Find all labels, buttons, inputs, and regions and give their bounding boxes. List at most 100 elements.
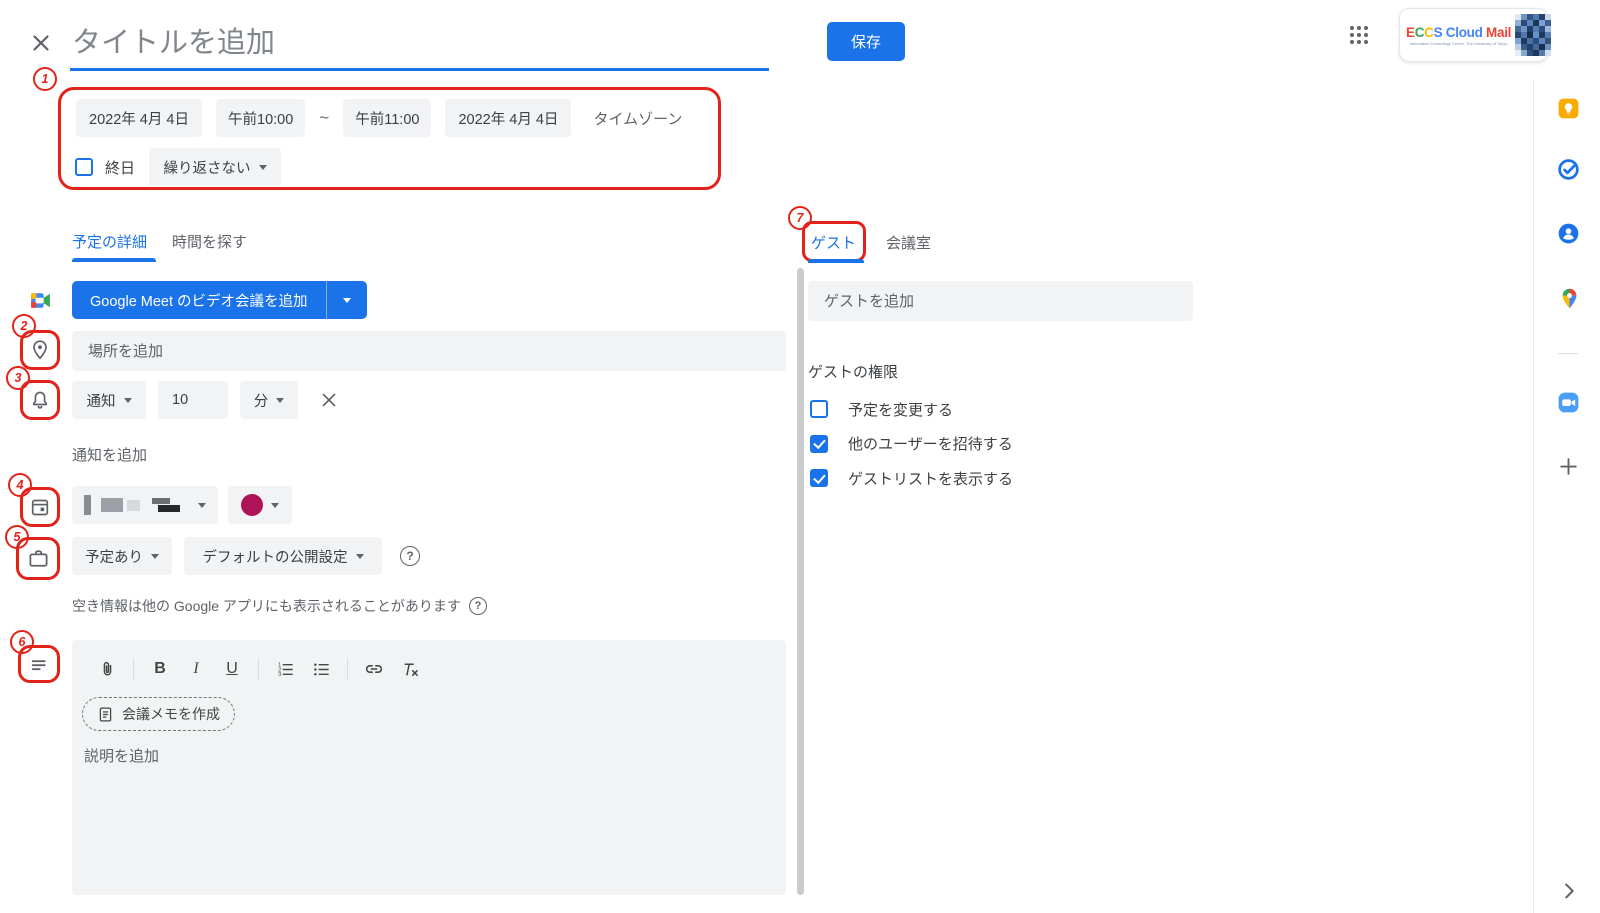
save-button[interactable]: 保存 xyxy=(827,22,905,61)
calendar-select-dropdown[interactable] xyxy=(72,486,218,524)
permission-label: ゲストリストを表示する xyxy=(848,468,1013,489)
logo-subtitle: Information Technology Center, The Unive… xyxy=(1406,41,1511,46)
add-meet-button[interactable]: Google Meet のビデオ会議を追加 xyxy=(72,281,367,319)
add-notification-link[interactable]: 通知を追加 xyxy=(72,444,147,465)
event-color-dropdown[interactable] xyxy=(228,486,292,524)
add-guests-input[interactable] xyxy=(808,281,1193,321)
visibility-row: 予定あり デフォルトの公開設定 ? xyxy=(72,537,420,575)
time-separator: ~ xyxy=(319,108,329,128)
permission-row: 予定を変更する xyxy=(810,392,1013,427)
bold-button[interactable]: B xyxy=(145,654,175,684)
title-input[interactable] xyxy=(70,18,769,71)
scrollbar[interactable] xyxy=(797,268,804,895)
insert-link-icon[interactable] xyxy=(359,654,389,684)
annotation-2: 2 xyxy=(12,314,36,338)
chevron-down-icon xyxy=(343,298,351,303)
apps-grid-icon[interactable] xyxy=(1347,23,1371,47)
recurrence-dropdown[interactable]: 繰り返さない xyxy=(149,148,281,186)
logo-title: ECCS Cloud Mail xyxy=(1406,25,1511,40)
help-icon[interactable]: ? xyxy=(400,546,420,566)
hide-side-panel-icon[interactable] xyxy=(1558,880,1580,902)
end-time-button[interactable]: 午前11:00 xyxy=(343,99,431,137)
description-icon xyxy=(27,653,51,677)
format-toolbar: B I U 123 xyxy=(92,652,425,686)
annotation-3: 3 xyxy=(6,366,30,390)
availability-note: 空き情報は他の Google アプリにも表示されることがあります ? xyxy=(72,596,487,616)
allday-row: 終日 繰り返さない xyxy=(75,148,281,186)
add-addon-icon[interactable] xyxy=(1555,453,1581,479)
account-logo-card[interactable]: ECCS Cloud Mail Information Technology C… xyxy=(1399,8,1548,62)
end-date-button[interactable]: 2022年 4月 4日 xyxy=(445,99,571,137)
permission-label: 予定を変更する xyxy=(848,399,953,420)
all-day-label: 終日 xyxy=(105,157,135,178)
underline-button[interactable]: U xyxy=(217,654,247,684)
location-field xyxy=(72,331,786,371)
notification-value-input[interactable] xyxy=(158,381,228,419)
permission-row: 他のユーザーを招待する xyxy=(810,427,1013,462)
annotation-7: 7 xyxy=(788,206,812,230)
tasks-icon[interactable] xyxy=(1555,156,1581,182)
create-meeting-notes-button[interactable]: 会議メモを作成 xyxy=(82,697,235,731)
contacts-icon[interactable] xyxy=(1555,220,1581,246)
svg-text:3: 3 xyxy=(278,672,281,678)
visibility-dropdown[interactable]: デフォルトの公開設定 xyxy=(184,537,382,575)
remove-notification-icon[interactable] xyxy=(318,389,340,411)
close-icon[interactable] xyxy=(28,30,54,56)
redacted-calendar-name xyxy=(84,495,91,515)
help-icon[interactable]: ? xyxy=(469,597,487,615)
notification-row: 通知 分 xyxy=(72,381,340,419)
all-day-checkbox[interactable] xyxy=(75,158,93,176)
annotation-6: 6 xyxy=(10,630,34,654)
chevron-down-icon xyxy=(259,165,267,170)
tab-event-details[interactable]: 予定の詳細 xyxy=(72,231,147,252)
permission-label: 他のユーザーを招待する xyxy=(848,433,1013,454)
permission-checkbox[interactable] xyxy=(810,435,828,453)
event-edit-page: 保存 ECCS Cloud Mail Information Technolog… xyxy=(0,0,1600,913)
tab-underline xyxy=(808,259,864,263)
chevron-down-icon xyxy=(356,554,364,559)
description-placeholder[interactable]: 説明を追加 xyxy=(84,745,159,766)
notification-type-dropdown[interactable]: 通知 xyxy=(72,381,146,419)
annotation-4: 4 xyxy=(8,473,32,497)
video-addon-icon[interactable] xyxy=(1555,389,1581,415)
attach-icon[interactable] xyxy=(92,654,122,684)
tab-rooms[interactable]: 会議室 xyxy=(886,232,931,253)
keep-icon[interactable] xyxy=(1555,95,1581,121)
guest-field xyxy=(808,281,1193,321)
maps-icon[interactable] xyxy=(1556,285,1582,311)
timezone-button[interactable]: タイムゾーン xyxy=(593,108,682,129)
tab-underline xyxy=(72,258,156,262)
permission-checkbox[interactable] xyxy=(810,469,828,487)
guest-permissions-title: ゲストの権限 xyxy=(808,361,898,382)
tab-find-time[interactable]: 時間を探す xyxy=(172,231,247,252)
busy-status-dropdown[interactable]: 予定あり xyxy=(72,537,172,575)
clear-formatting-icon[interactable] xyxy=(395,654,425,684)
tab-guests[interactable]: ゲスト xyxy=(811,232,856,253)
calendar-icon xyxy=(28,495,52,519)
datetime-row: 2022年 4月 4日 午前10:00 ~ 午前11:00 2022年 4月 4… xyxy=(76,99,682,137)
chevron-down-icon xyxy=(198,503,206,508)
calendar-row xyxy=(72,486,292,524)
numbered-list-icon[interactable]: 123 xyxy=(270,654,300,684)
annotation-1: 1 xyxy=(33,67,57,91)
chevron-down-icon xyxy=(151,554,159,559)
bulleted-list-icon[interactable] xyxy=(306,654,336,684)
italic-button[interactable]: I xyxy=(181,654,211,684)
avatar[interactable] xyxy=(1515,13,1551,57)
start-time-button[interactable]: 午前10:00 xyxy=(216,99,305,137)
permission-row: ゲストリストを表示する xyxy=(810,461,1013,496)
notification-bell-icon xyxy=(28,388,52,412)
location-icon xyxy=(28,338,52,362)
notification-unit-dropdown[interactable]: 分 xyxy=(240,381,298,419)
google-meet-icon xyxy=(28,288,53,313)
meet-options-dropdown[interactable] xyxy=(326,281,367,319)
location-input[interactable] xyxy=(72,331,786,371)
chevron-down-icon xyxy=(271,503,279,508)
guest-permissions-list: 予定を変更する他のユーザーを招待するゲストリストを表示する xyxy=(810,392,1013,496)
description-editor[interactable]: B I U 123 会議メモを作成 説明を追加 xyxy=(72,640,786,895)
start-date-button[interactable]: 2022年 4月 4日 xyxy=(76,99,202,137)
chevron-down-icon xyxy=(276,398,284,403)
permission-checkbox[interactable] xyxy=(810,400,828,418)
chevron-down-icon xyxy=(124,398,132,403)
briefcase-icon xyxy=(26,546,51,571)
